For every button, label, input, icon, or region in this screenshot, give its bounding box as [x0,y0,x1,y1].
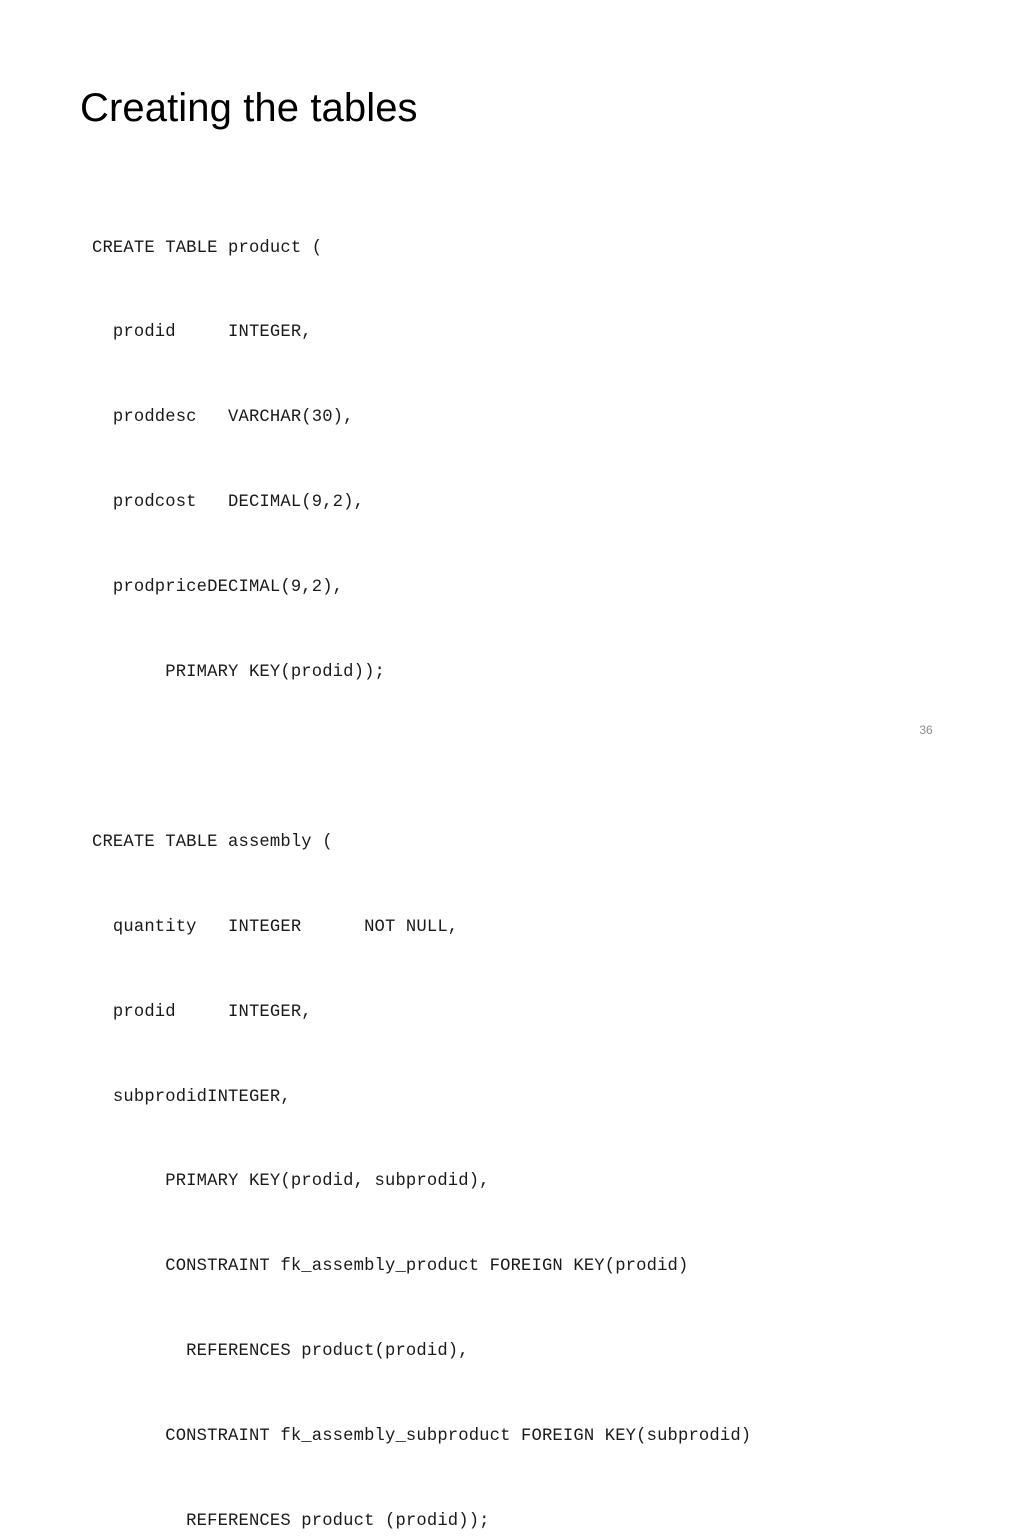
code-line: PRIMARY KEY(prodid)); [92,663,385,683]
code-line: CREATE TABLE assembly ( [92,832,333,852]
code-line: CREATE TABLE product ( [92,238,323,258]
page-title: Creating the tables [80,86,418,130]
code-line: PRIMARY KEY(prodid, subprodid), [92,1172,490,1192]
slide: Creating the tables CREATE TABLE product… [0,0,1024,1531]
code-line: REFERENCES product(prodid), [92,1342,469,1362]
code-line: prodid INTEGER, [92,1002,312,1022]
code-line: CONSTRAINT fk_assembly_product FOREIGN K… [92,1257,689,1277]
sql-code-block: CREATE TABLE product ( prodid INTEGER, p… [92,178,972,1536]
code-line: REFERENCES product (prodid)); [92,1511,490,1531]
slide-number: 36 [919,723,933,737]
code-line: proddesc VARCHAR(30), [92,408,354,428]
code-line: prodpriceDECIMAL(9,2), [92,578,344,598]
code-line: quantity INTEGER NOT NULL, [92,917,459,937]
code-line: CONSTRAINT fk_assembly_subproduct FOREIG… [92,1427,752,1447]
code-line: prodcost DECIMAL(9,2), [92,493,365,513]
code-line: subprodidINTEGER, [92,1087,291,1107]
code-line: prodid INTEGER, [92,323,312,343]
